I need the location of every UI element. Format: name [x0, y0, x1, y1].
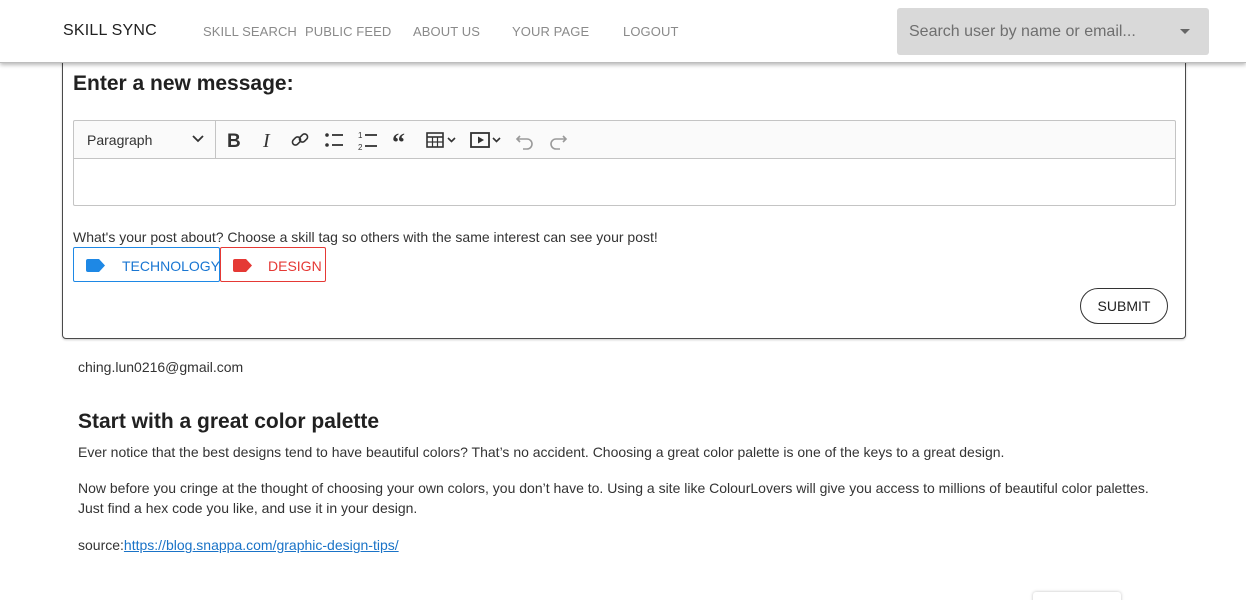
post-source: source:https://blog.snappa.com/graphic-d… — [78, 535, 399, 555]
tag-icon — [233, 259, 252, 272]
redo-icon — [550, 135, 568, 150]
partial-card — [1033, 592, 1121, 600]
post-source-link[interactable]: https://blog.snappa.com/graphic-design-t… — [124, 537, 399, 553]
blockquote-icon: “ — [392, 128, 405, 153]
tag-technology-label: TECHNOLOGY — [122, 258, 221, 274]
post-title: Start with a great color palette — [78, 410, 380, 433]
post-author-email: ching.lun0216@gmail.com — [78, 359, 244, 375]
post-paragraph: Ever notice that the best designs tend t… — [78, 444, 1005, 460]
tag-icon — [86, 259, 105, 272]
undo-icon — [515, 135, 533, 150]
insert-table-button[interactable] — [425, 127, 459, 153]
new-message-card: Enter a new message: Paragraph B I 1 2 “… — [62, 50, 1186, 339]
dropdown-caret-icon[interactable] — [1180, 29, 1190, 34]
italic-icon: I — [262, 130, 271, 152]
top-navbar: SKILL SYNC SKILL SEARCH PUBLIC FEED ABOU… — [0, 0, 1246, 63]
link-button[interactable] — [289, 127, 311, 153]
table-icon — [426, 132, 456, 148]
insert-media-button[interactable] — [469, 127, 503, 153]
rich-text-editor: Paragraph B I 1 2 “ — [73, 120, 1176, 206]
chevron-down-icon — [192, 135, 204, 143]
numbered-list-button[interactable]: 1 2 — [357, 127, 379, 153]
nav-about-us[interactable]: ABOUT US — [413, 24, 480, 39]
bulleted-list-button[interactable] — [323, 127, 345, 153]
skill-tag-prompt: What's your post about? Choose a skill t… — [73, 229, 658, 245]
composer-title: Enter a new message: — [73, 72, 294, 95]
editor-toolbar: Paragraph B I 1 2 “ — [73, 120, 1176, 159]
tag-design-button[interactable]: DESIGN — [220, 247, 326, 282]
submit-button[interactable]: SUBMIT — [1080, 288, 1168, 324]
nav-skill-search[interactable]: SKILL SEARCH — [203, 24, 297, 39]
user-search-combobox[interactable] — [897, 8, 1209, 55]
svg-text:I: I — [262, 130, 271, 152]
brand-logo[interactable]: SKILL SYNC — [63, 22, 157, 40]
user-search-input[interactable] — [897, 8, 1167, 55]
message-editor-area[interactable] — [73, 158, 1176, 206]
blockquote-button[interactable]: “ — [391, 127, 413, 153]
post-paragraph: Now before you cringe at the thought of … — [78, 480, 1149, 516]
svg-text:B: B — [227, 131, 241, 152]
post-source-label: source: — [78, 537, 124, 553]
numbered-list-icon: 1 2 — [358, 131, 377, 152]
nav-your-page[interactable]: YOUR PAGE — [512, 24, 589, 39]
redo-button[interactable] — [547, 127, 569, 153]
bold-button[interactable]: B — [224, 127, 246, 153]
heading-select-value: Paragraph — [87, 132, 153, 148]
svg-text:2: 2 — [358, 143, 363, 152]
undo-button[interactable] — [514, 127, 536, 153]
heading-select[interactable]: Paragraph — [74, 121, 216, 158]
media-embed-icon — [470, 132, 501, 148]
nav-public-feed[interactable]: PUBLIC FEED — [305, 24, 391, 39]
svg-text:“: “ — [392, 128, 405, 153]
svg-text:1: 1 — [358, 131, 363, 140]
bold-icon: B — [227, 131, 241, 152]
italic-button[interactable]: I — [258, 127, 280, 153]
tag-design-label: DESIGN — [268, 258, 322, 274]
nav-logout[interactable]: LOGOUT — [623, 24, 679, 39]
tag-technology-button[interactable]: TECHNOLOGY — [73, 247, 220, 282]
bulleted-list-icon — [325, 133, 343, 147]
link-icon — [291, 133, 309, 146]
